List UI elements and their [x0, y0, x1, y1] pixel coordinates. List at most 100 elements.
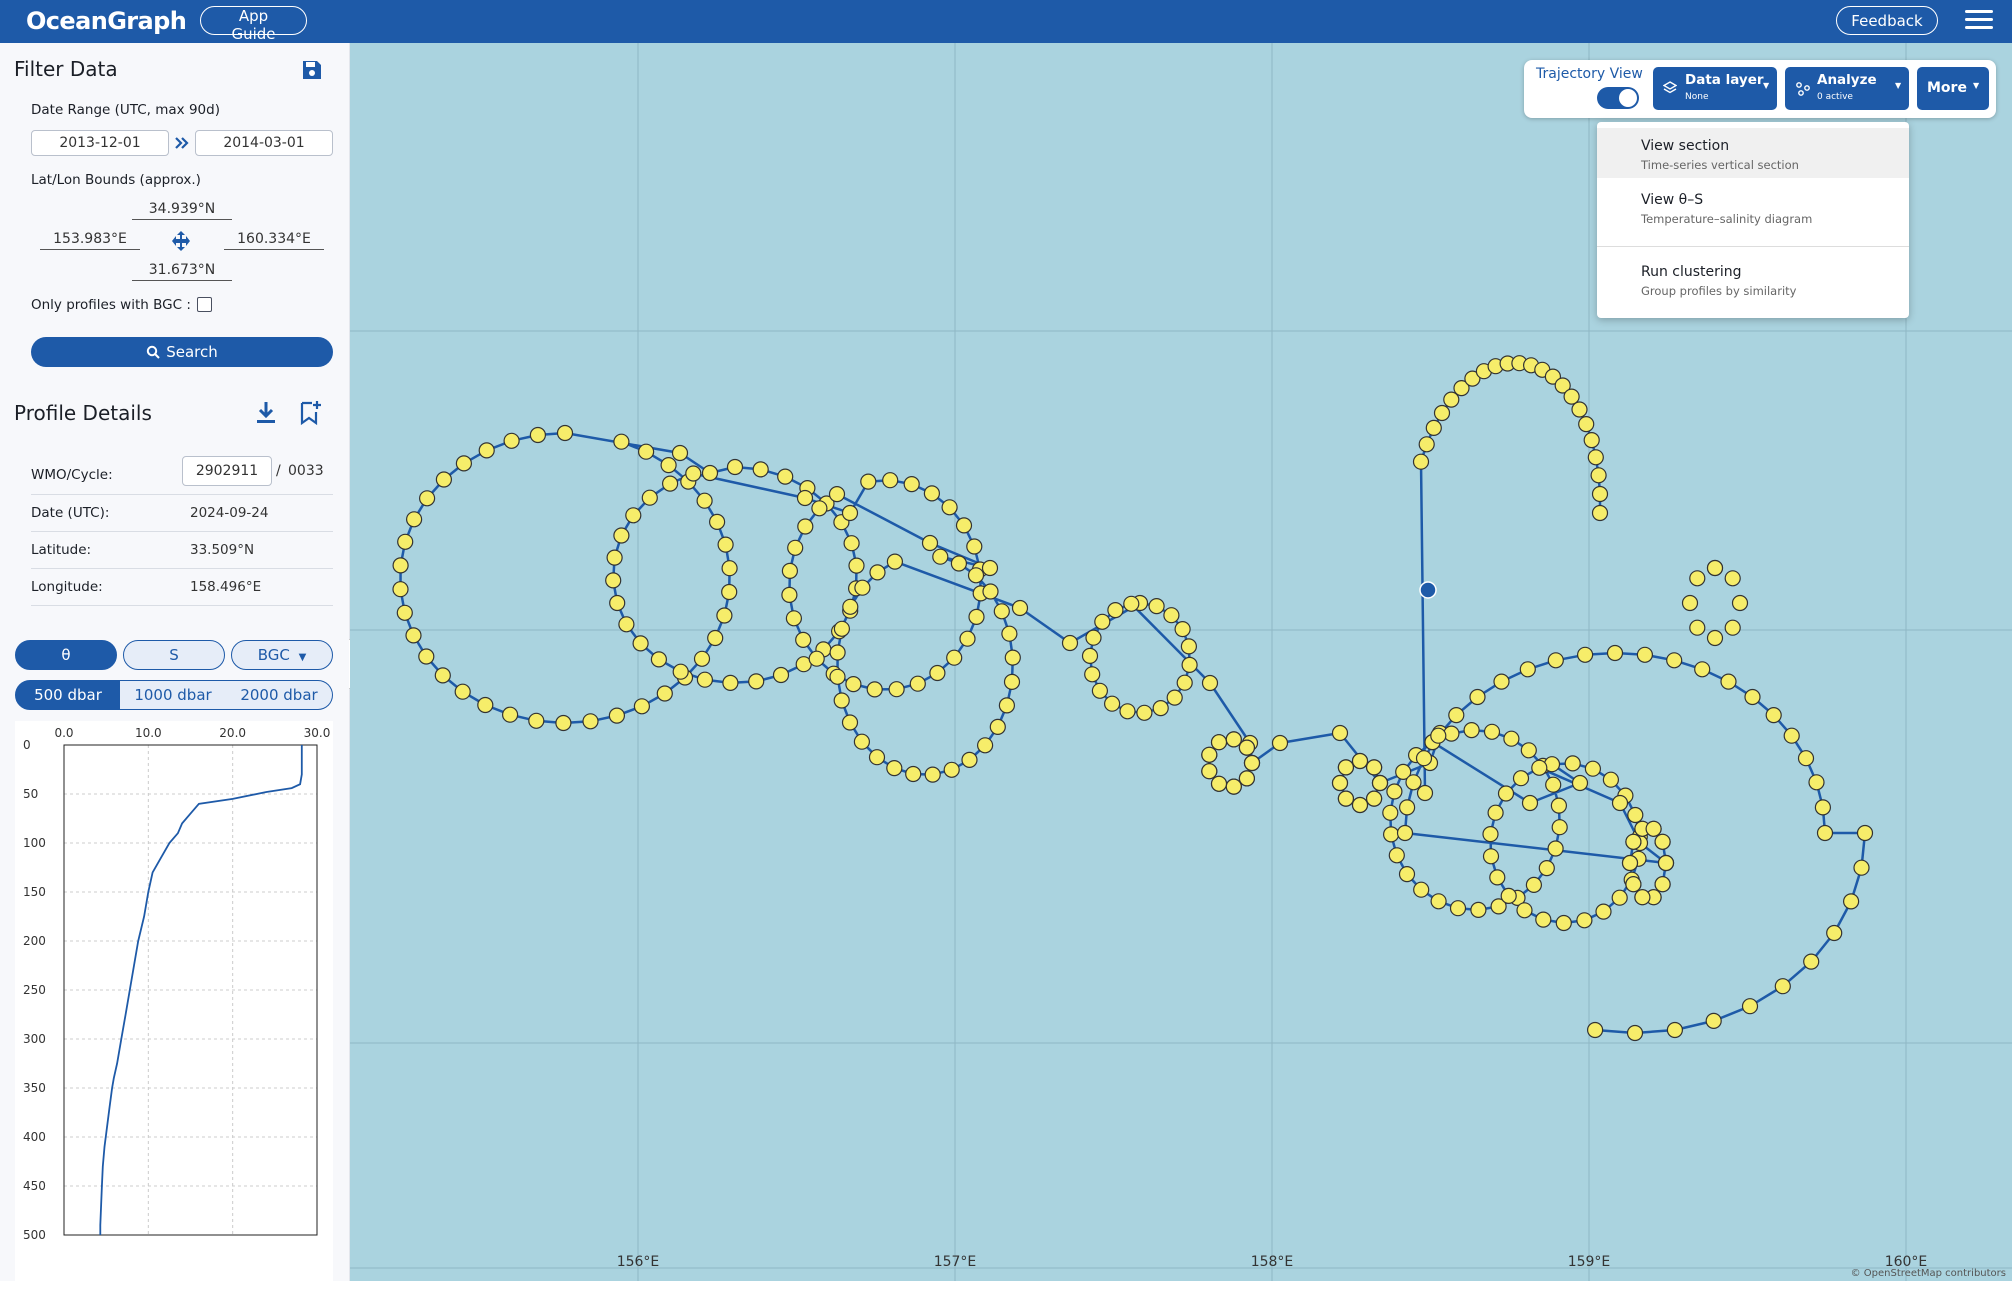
profile-marker[interactable]	[1337, 790, 1355, 807]
profile-marker[interactable]	[1689, 570, 1706, 587]
profile-marker[interactable]	[966, 538, 983, 555]
analyze-button[interactable]: Analyze 0 active ▼	[1785, 67, 1909, 110]
profile-marker[interactable]	[932, 548, 949, 565]
profile-marker[interactable]	[1856, 824, 1874, 842]
north-bound-input[interactable]	[132, 198, 232, 220]
profile-marker[interactable]	[1627, 806, 1644, 824]
profile-marker[interactable]	[1433, 404, 1451, 422]
profile-marker[interactable]	[845, 675, 862, 693]
profile-marker[interactable]	[888, 681, 905, 698]
profile-marker[interactable]	[1201, 763, 1218, 780]
menu-item-view-ts[interactable]: View θ–S Temperature–salinity diagram	[1597, 182, 1909, 232]
profile-marker[interactable]	[752, 461, 769, 478]
profile-marker[interactable]	[1535, 911, 1552, 928]
profile-marker[interactable]	[582, 713, 599, 730]
profile-marker[interactable]	[726, 458, 744, 476]
profile-marker[interactable]	[1720, 673, 1737, 690]
profile-marker[interactable]	[1611, 794, 1629, 812]
profile-marker[interactable]	[1004, 649, 1021, 666]
profile-marker[interactable]	[1061, 634, 1079, 652]
profile-marker[interactable]	[1587, 449, 1604, 466]
profile-marker[interactable]	[396, 604, 413, 621]
profile-marker[interactable]	[1210, 775, 1228, 792]
profile-marker[interactable]	[843, 535, 860, 552]
profile-marker[interactable]	[811, 500, 828, 517]
profile-marker[interactable]	[455, 455, 473, 472]
profile-marker[interactable]	[781, 562, 798, 580]
profile-marker[interactable]	[685, 465, 702, 482]
profile-marker[interactable]	[1590, 467, 1607, 484]
profile-marker[interactable]	[1602, 771, 1620, 788]
profile-marker[interactable]	[1689, 619, 1706, 636]
profile-marker[interactable]	[392, 557, 409, 574]
profile-marker[interactable]	[721, 560, 738, 577]
profile-marker[interactable]	[1826, 924, 1843, 942]
profile-marker[interactable]	[1351, 752, 1369, 770]
bookmark-add-icon[interactable]	[298, 400, 322, 426]
profile-marker[interactable]	[1531, 759, 1548, 776]
profile-marker[interactable]	[1538, 859, 1555, 877]
profile-marker[interactable]	[1853, 859, 1870, 876]
profile-marker[interactable]	[1091, 682, 1109, 699]
profile-marker[interactable]	[1382, 804, 1399, 821]
profile-marker[interactable]	[1238, 739, 1256, 756]
profile-marker[interactable]	[797, 518, 814, 535]
profile-marker[interactable]	[1405, 774, 1422, 791]
depth-1000-button[interactable]: 1000 dbar	[120, 680, 227, 710]
profile-marker[interactable]	[1497, 785, 1515, 802]
profile-marker[interactable]	[1519, 661, 1536, 678]
profile-marker[interactable]	[1081, 647, 1099, 665]
profile-marker[interactable]	[903, 476, 920, 493]
profile-marker[interactable]	[1576, 646, 1594, 663]
profile-marker[interactable]	[1489, 869, 1506, 886]
profile-marker[interactable]	[993, 603, 1010, 620]
profile-marker[interactable]	[1814, 799, 1832, 816]
profile-marker[interactable]	[1163, 607, 1180, 624]
profile-marker[interactable]	[1551, 819, 1568, 836]
date-start-input[interactable]	[31, 130, 169, 156]
profile-marker[interactable]	[397, 533, 414, 550]
profile-marker[interactable]	[748, 673, 765, 690]
profile-marker[interactable]	[671, 444, 689, 462]
profile-marker[interactable]	[693, 650, 711, 667]
profile-marker[interactable]	[1625, 833, 1642, 850]
profile-marker[interactable]	[989, 718, 1006, 736]
profile-marker[interactable]	[1331, 724, 1349, 742]
east-bound-input[interactable]	[224, 228, 324, 250]
profile-marker[interactable]	[854, 579, 871, 596]
profile-marker[interactable]	[955, 517, 973, 534]
profile-marker[interactable]	[633, 698, 650, 715]
profile-marker[interactable]	[656, 685, 673, 702]
profile-marker[interactable]	[1123, 595, 1140, 612]
profile-marker[interactable]	[961, 751, 978, 769]
profile-marker[interactable]	[1744, 688, 1761, 706]
profile-marker[interactable]	[1371, 774, 1389, 792]
profile-marker[interactable]	[1180, 638, 1198, 655]
profile-marker[interactable]	[613, 433, 630, 450]
profile-marker[interactable]	[1487, 804, 1504, 821]
profile-marker[interactable]	[1386, 783, 1403, 800]
profile-marker[interactable]	[1271, 734, 1289, 752]
profile-marker[interactable]	[1011, 599, 1029, 617]
profile-marker[interactable]	[1415, 750, 1433, 767]
profile-marker[interactable]	[1545, 776, 1562, 793]
profile-marker[interactable]	[1595, 903, 1612, 920]
profile-marker[interactable]	[1634, 889, 1651, 906]
variable-bgc-button[interactable]: BGC ▼	[231, 640, 333, 670]
profile-marker[interactable]	[405, 511, 423, 528]
profile-marker[interactable]	[1621, 854, 1639, 872]
profile-marker[interactable]	[1578, 416, 1595, 433]
trajectory-toggle[interactable]	[1597, 87, 1639, 109]
profile-marker[interactable]	[1412, 453, 1430, 470]
profile-marker[interactable]	[909, 675, 926, 692]
profile-marker[interactable]	[454, 683, 471, 700]
profile-marker[interactable]	[866, 681, 883, 698]
profile-marker[interactable]	[1388, 847, 1405, 864]
profile-marker[interactable]	[1576, 912, 1593, 929]
profile-marker[interactable]	[1547, 840, 1564, 857]
profile-marker[interactable]	[1174, 620, 1191, 638]
profile-marker[interactable]	[556, 424, 574, 442]
profile-marker[interactable]	[641, 489, 658, 506]
search-button[interactable]: Search	[31, 337, 333, 367]
profile-marker[interactable]	[1550, 797, 1568, 814]
